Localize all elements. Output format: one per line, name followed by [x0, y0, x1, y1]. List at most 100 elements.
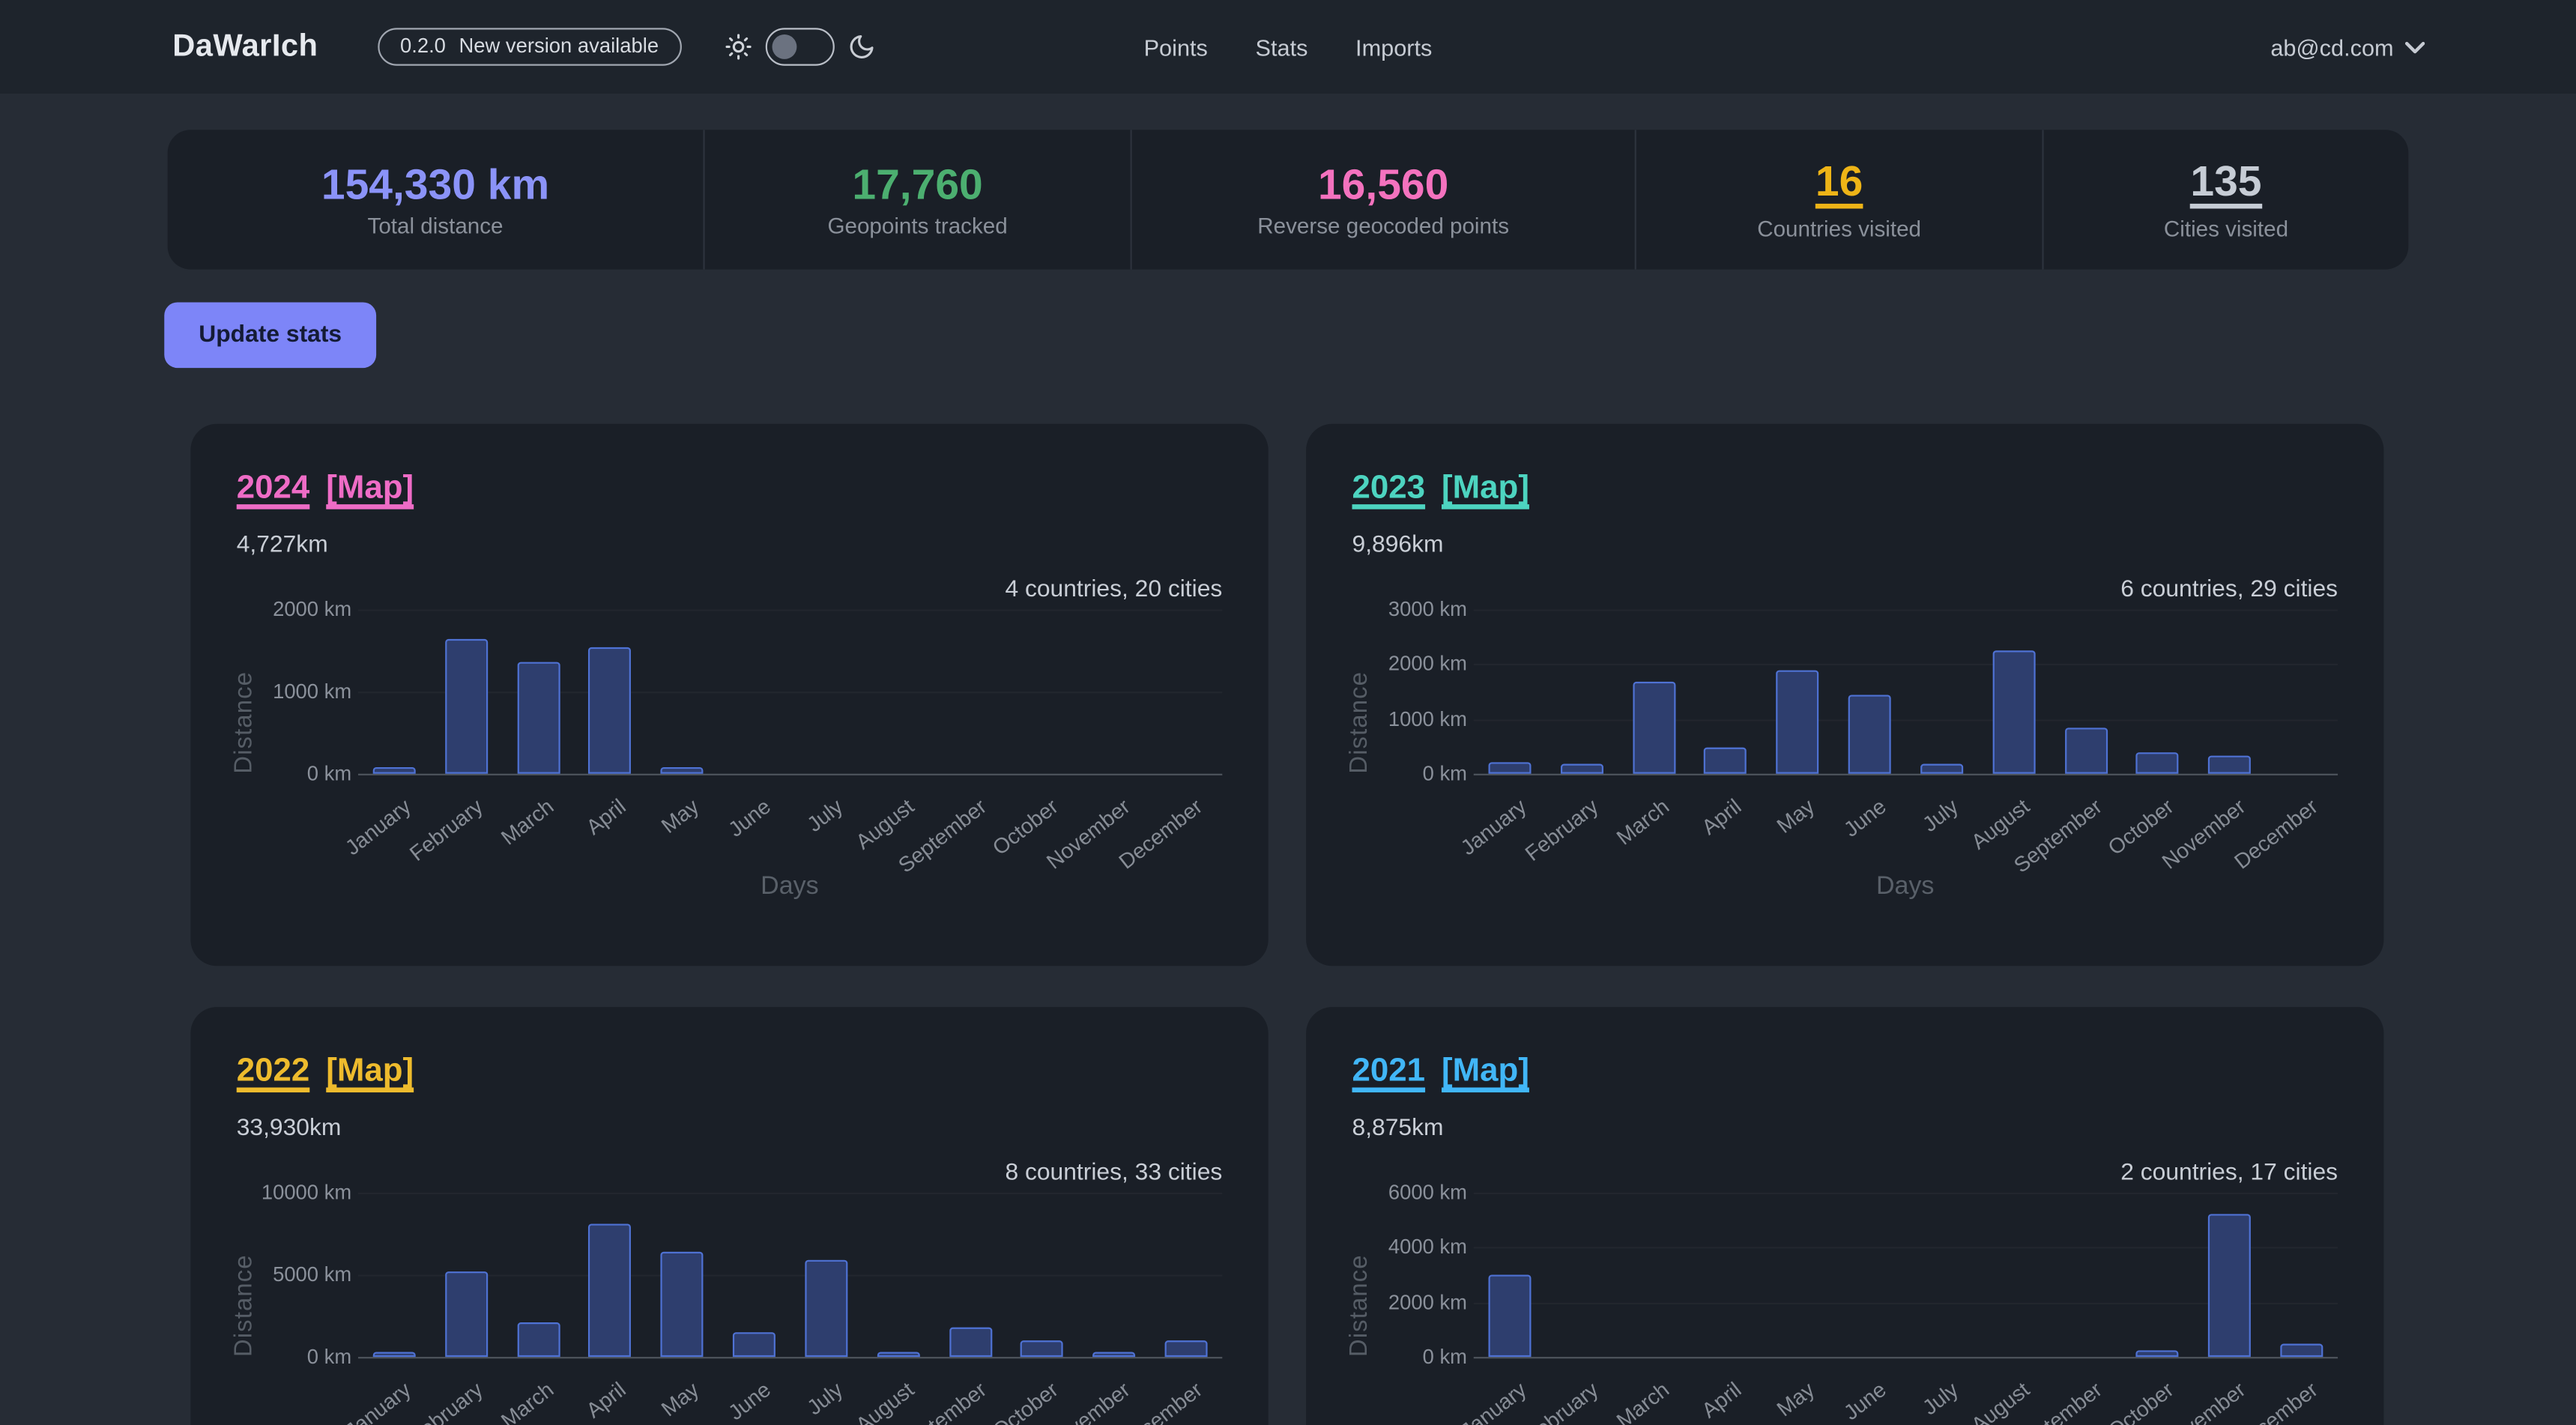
- x-tick-label: October: [989, 1379, 1062, 1425]
- cities-visited-link[interactable]: 135: [2190, 159, 2261, 208]
- bar-july: [1920, 763, 1963, 774]
- user-email: ab@cd.com: [2270, 34, 2393, 60]
- map-link[interactable]: [Map]: [1442, 1053, 1529, 1090]
- year-card-2024: 2024 [Map] 4,727km 4 countries, 20 citie…: [190, 424, 1268, 966]
- theme-toggle[interactable]: [766, 28, 835, 65]
- stat-geopoints: 17,760 Geopoints tracked: [703, 130, 1130, 269]
- stat-cities-visited: 135 Cities visited: [2042, 130, 2408, 269]
- bar-february: [445, 639, 488, 774]
- monthly-distance-chart-2023: Distance0 km1000 km2000 km3000 kmJanuary…: [1352, 593, 2338, 922]
- monthly-distance-chart-2024: Distance0 km1000 km2000 kmJanuaryFebruar…: [237, 593, 1223, 922]
- bar-january: [373, 766, 416, 774]
- user-menu[interactable]: ab@cd.com: [2270, 34, 2425, 60]
- y-tick-label: 1000 km: [1352, 709, 1467, 729]
- nav-stats[interactable]: Stats: [1256, 34, 1308, 60]
- year-distance: 4,727km: [237, 532, 1223, 558]
- bar-september: [2064, 727, 2107, 774]
- bar-march: [517, 1322, 560, 1357]
- bar-october: [1021, 1341, 1063, 1357]
- x-tick-label: February: [1521, 1379, 1601, 1425]
- bar-december: [1165, 1340, 1208, 1357]
- sun-icon: [725, 33, 752, 61]
- x-tick-label: May: [657, 795, 702, 837]
- toggle-knob: [772, 34, 796, 58]
- x-axis-title: Days: [1876, 872, 1934, 901]
- bar-june: [733, 1332, 775, 1357]
- main-nav: Points Stats Imports: [1144, 34, 1433, 60]
- nav-imports[interactable]: Imports: [1355, 34, 1432, 60]
- stat-reverse-geocoded: 16,560 Reverse geocoded points: [1131, 130, 1635, 269]
- map-link[interactable]: [Map]: [326, 1053, 414, 1090]
- x-axis-baseline: [1474, 774, 2338, 775]
- x-tick-label: March: [1613, 795, 1673, 848]
- nav-points[interactable]: Points: [1144, 34, 1208, 60]
- x-tick-label: July: [1918, 795, 1962, 835]
- x-tick-label: February: [405, 1379, 486, 1425]
- bar-march: [1633, 682, 1675, 774]
- x-axis-baseline: [358, 1357, 1222, 1358]
- y-tick-label: 0 km: [237, 764, 351, 784]
- stat-value: 154,330 km: [321, 162, 549, 205]
- stats-panel: 154,330 km Total distance 17,760 Geopoin…: [168, 130, 2409, 269]
- x-tick-label: March: [498, 1379, 558, 1425]
- x-tick-label: June: [725, 795, 774, 841]
- x-tick-label: July: [803, 795, 847, 835]
- card-head: 2023 [Map]: [1352, 470, 2338, 507]
- x-tick-label: June: [1839, 795, 1889, 841]
- year-link[interactable]: 2024: [237, 470, 310, 507]
- app-logo[interactable]: DaWarIch: [172, 28, 318, 64]
- x-tick-label: June: [725, 1379, 774, 1424]
- y-tick-label: 2000 km: [1352, 1292, 1467, 1313]
- map-link[interactable]: [Map]: [326, 470, 414, 507]
- y-tick-label: 3000 km: [1352, 599, 1467, 620]
- bar-november: [2208, 755, 2251, 774]
- x-tick-label: January: [1457, 1379, 1529, 1425]
- year-card-2022: 2022 [Map] 33,930km 8 countries, 33 citi…: [190, 1007, 1268, 1425]
- theme-switcher: [725, 28, 876, 65]
- bar-february: [445, 1271, 488, 1357]
- x-tick-label: November: [1043, 1379, 1134, 1425]
- y-tick-label: 1000 km: [237, 682, 351, 702]
- moon-icon: [847, 33, 875, 61]
- x-tick-label: December: [2231, 1379, 2321, 1425]
- bar-april: [1705, 748, 1747, 774]
- x-tick-label: January: [341, 795, 414, 859]
- gridline: [358, 692, 1222, 693]
- stat-countries-visited: 16 Countries visited: [1635, 130, 2043, 269]
- x-tick-label: January: [1457, 795, 1529, 859]
- x-tick-label: July: [803, 1379, 847, 1419]
- dawarich-dashboard: DaWarIch 0.2.0 New version available: [0, 0, 2576, 1425]
- x-tick-label: August: [853, 1379, 918, 1425]
- x-tick-label: February: [405, 795, 486, 865]
- bar-october: [2136, 1351, 2179, 1357]
- bar-february: [1560, 764, 1603, 773]
- x-tick-label: August: [1968, 795, 2033, 853]
- x-tick-label: March: [498, 795, 558, 848]
- version-message: New version available: [459, 34, 659, 59]
- y-tick-label: 10000 km: [237, 1183, 351, 1203]
- x-tick-label: March: [1613, 1379, 1673, 1425]
- x-tick-label: April: [583, 1379, 629, 1422]
- x-axis-title: Days: [761, 872, 818, 901]
- bar-may: [661, 766, 704, 774]
- update-stats-button[interactable]: Update stats: [164, 302, 376, 368]
- map-link[interactable]: [Map]: [1442, 470, 1529, 507]
- y-tick-label: 0 km: [1352, 764, 1467, 784]
- bar-october: [2136, 751, 2179, 773]
- year-link[interactable]: 2022: [237, 1053, 310, 1090]
- year-card-2023: 2023 [Map] 9,896km 6 countries, 29 citie…: [1306, 424, 2383, 966]
- y-tick-label: 0 km: [1352, 1347, 1467, 1367]
- x-tick-label: November: [2159, 1379, 2249, 1425]
- year-link[interactable]: 2021: [1352, 1053, 1426, 1090]
- bar-march: [517, 662, 560, 774]
- year-distance: 9,896km: [1352, 532, 2338, 558]
- countries-visited-link[interactable]: 16: [1815, 159, 1863, 208]
- version-badge[interactable]: 0.2.0 New version available: [377, 28, 682, 65]
- year-link[interactable]: 2023: [1352, 470, 1426, 507]
- gridline: [1474, 719, 2338, 721]
- top-navbar: DaWarIch 0.2.0 New version available: [0, 0, 2576, 94]
- x-tick-label: April: [1699, 1379, 1745, 1422]
- bar-may: [1777, 671, 1819, 774]
- y-tick-label: 4000 km: [1352, 1238, 1467, 1258]
- year-distance: 33,930km: [237, 1116, 1223, 1142]
